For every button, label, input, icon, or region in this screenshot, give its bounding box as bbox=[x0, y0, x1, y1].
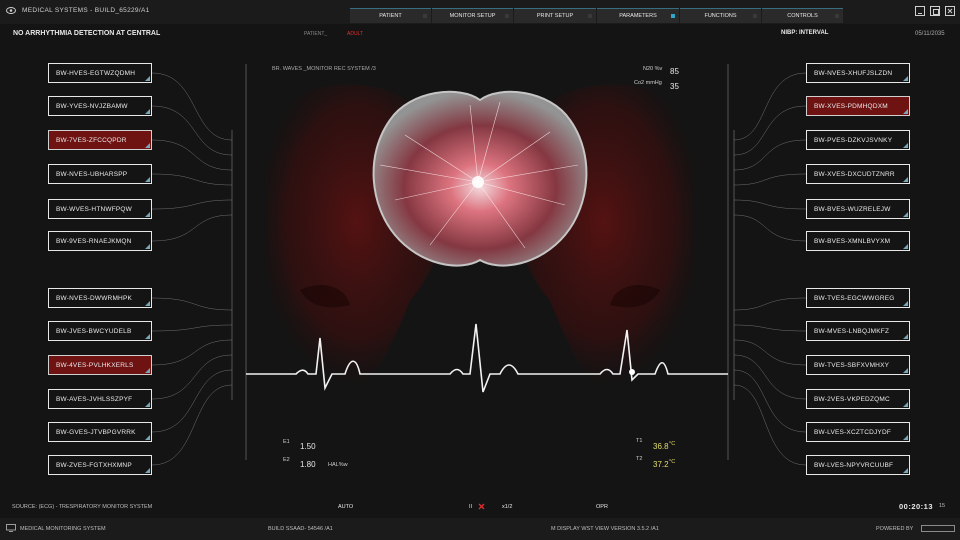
patient-label: PATIENT_ bbox=[304, 31, 328, 37]
e1-label: E1 bbox=[283, 439, 290, 445]
e2-label: E2 bbox=[283, 457, 290, 463]
auto-button[interactable]: AUTO bbox=[338, 504, 353, 510]
tab-indicator bbox=[835, 14, 839, 18]
elapsed-timer: 00:20:13 bbox=[899, 502, 934, 511]
tab-label: FUNCTIONS bbox=[704, 13, 737, 19]
channel-label-left[interactable]: BW-JVES-BWCYUDELB bbox=[48, 321, 152, 341]
channel-label-right[interactable]: BW-XVES-DXCUDTZNRR bbox=[806, 164, 910, 184]
powered-by-label: POWERED BY bbox=[876, 526, 914, 532]
channel-label-left[interactable]: BW-9VES-RNAEJKMQN bbox=[48, 231, 152, 251]
elapsed-timer-fraction: 15 bbox=[939, 503, 946, 509]
opr-button[interactable]: OPR bbox=[596, 504, 608, 510]
tab-label: PATIENT bbox=[379, 13, 402, 19]
channel-label-right[interactable]: BW-TVES-EGCWWGREG bbox=[806, 288, 910, 308]
tab-indicator bbox=[505, 14, 509, 18]
channel-label-left-alert[interactable]: BW-4VES-PVLHKXERLS bbox=[48, 355, 152, 375]
connector-lines-right bbox=[733, 72, 807, 466]
t1-label: T1 bbox=[636, 438, 643, 444]
t1-unit: °C bbox=[669, 441, 676, 447]
tab-label: CONTROLS bbox=[787, 13, 818, 19]
hal-label: HAL%w bbox=[328, 462, 348, 468]
system-name: MEDICAL MONITORING SYSTEM bbox=[20, 526, 106, 532]
co2-label: Co2 mmHg bbox=[634, 80, 662, 86]
t2-value: 37.2 bbox=[653, 460, 669, 469]
channel-label-left[interactable]: BW-GVES-JTVBPGVRRK bbox=[48, 422, 152, 442]
version-info: M DISPLAY WST VIEW VERSION 3.5.2 /A1 bbox=[551, 526, 659, 532]
channel-label-left[interactable]: BW-ZVES-FGTXHXMNP bbox=[48, 455, 152, 475]
channel-label-right[interactable]: BW-LVES-NPYVRCUUBF bbox=[806, 455, 910, 475]
t1-value: 36.8 bbox=[653, 442, 669, 451]
n2o-value: 85 bbox=[670, 67, 679, 76]
channel-label-right[interactable]: BW-LVES-XCZTCDJYDF bbox=[806, 422, 910, 442]
tab-parameters[interactable]: PARAMETERS bbox=[597, 8, 679, 23]
tab-indicator bbox=[671, 14, 675, 18]
tab-controls[interactable]: CONTROLS bbox=[762, 8, 843, 23]
resp-system-label: RESPIRATORY MONITOR SYSTEM bbox=[62, 504, 153, 510]
source-label: SOURCE: (ECG) - T bbox=[12, 504, 63, 510]
e1-value: 1.50 bbox=[300, 442, 316, 451]
channel-label-right[interactable]: BW-BVES-WUZRELEJW bbox=[806, 199, 910, 219]
tab-label: PRINT SETUP bbox=[536, 13, 574, 19]
tab-patient[interactable]: PATIENT bbox=[350, 8, 431, 23]
tab-indicator bbox=[753, 14, 757, 18]
t2-label: T2 bbox=[636, 456, 643, 462]
channel-label-left[interactable]: BW-YVES-NVJZBAMW bbox=[48, 96, 152, 116]
e2-value: 1.80 bbox=[300, 460, 316, 469]
t2-unit: °C bbox=[669, 459, 676, 465]
ecg-cursor bbox=[629, 369, 635, 375]
build-info: BUILD SSAAD- 54546 /A1 bbox=[268, 526, 333, 532]
channel-label-left[interactable]: BW-HVES-EGTWZQDMH bbox=[48, 63, 152, 83]
alarm-status-text: NO ARRHYTHMIA DETECTION AT CENTRAL bbox=[13, 30, 161, 37]
channel-label-right-alert[interactable]: BW-XVES-PDMHQDXM bbox=[806, 96, 910, 116]
close-icon bbox=[947, 8, 953, 14]
monitor-icon bbox=[6, 524, 16, 532]
channel-label-right[interactable]: BW-TVES-SBFXVMHXY bbox=[806, 355, 910, 375]
vendor-logo bbox=[921, 525, 955, 532]
channel-label-left[interactable]: BW-NVES-DWWRMHPK bbox=[48, 288, 152, 308]
tab-functions[interactable]: FUNCTIONS bbox=[680, 8, 761, 23]
maximize-button[interactable] bbox=[930, 6, 940, 16]
speed-button[interactable]: x1/2 bbox=[502, 504, 512, 510]
tab-print-setup[interactable]: PRINT SETUP bbox=[514, 8, 596, 23]
minimize-button[interactable] bbox=[915, 6, 925, 16]
channel-label-left[interactable]: BW-NVES-UBHARSPP bbox=[48, 164, 152, 184]
channel-label-right[interactable]: BW-NVES-XHUFJSLZDN bbox=[806, 63, 910, 83]
pause-button[interactable]: II bbox=[469, 504, 472, 510]
tab-label: MONITOR SETUP bbox=[449, 13, 496, 19]
eye-icon bbox=[6, 7, 16, 14]
app-title: MEDICAL SYSTEMS - BUILD_65229/A1 bbox=[22, 7, 150, 14]
patient-type[interactable]: ADULT bbox=[347, 31, 363, 37]
channel-label-right[interactable]: BW-BVES-XMNLBVYXM bbox=[806, 231, 910, 251]
channel-label-right[interactable]: BW-MVES-LNBQJMKFZ bbox=[806, 321, 910, 341]
channel-label-left[interactable]: BW-WVES-HTNWFPQW bbox=[48, 199, 152, 219]
channel-label-right[interactable]: BW-PVES-DZKVJSVNKY bbox=[806, 130, 910, 150]
channel-label-right[interactable]: BW-2VES-VKPEDZQMC bbox=[806, 389, 910, 409]
stop-x-icon[interactable] bbox=[478, 503, 485, 510]
channel-label-left-alert[interactable]: BW-7VES-ZFCCQPDR bbox=[48, 130, 152, 150]
channel-label-left[interactable]: BW-AVES-JVHLSSZPYF bbox=[48, 389, 152, 409]
close-button[interactable] bbox=[945, 6, 955, 16]
waves-caption: BR. WAVES _MONITOR REC SYSTEM /3 bbox=[272, 66, 376, 72]
tab-indicator bbox=[423, 14, 427, 18]
date-display: 05/11/2035 bbox=[915, 31, 945, 37]
connector-lines-left bbox=[151, 72, 233, 466]
status-bar bbox=[0, 518, 960, 540]
brain-image bbox=[372, 90, 588, 267]
n2o-label: N20 %v bbox=[643, 66, 663, 72]
nibp-mode: NIBP: INTERVAL bbox=[781, 30, 829, 36]
tab-monitor-setup[interactable]: MONITOR SETUP bbox=[432, 8, 513, 23]
co2-value: 35 bbox=[670, 82, 679, 91]
tab-label: PARAMETERS bbox=[619, 13, 657, 19]
tab-indicator bbox=[588, 14, 592, 18]
